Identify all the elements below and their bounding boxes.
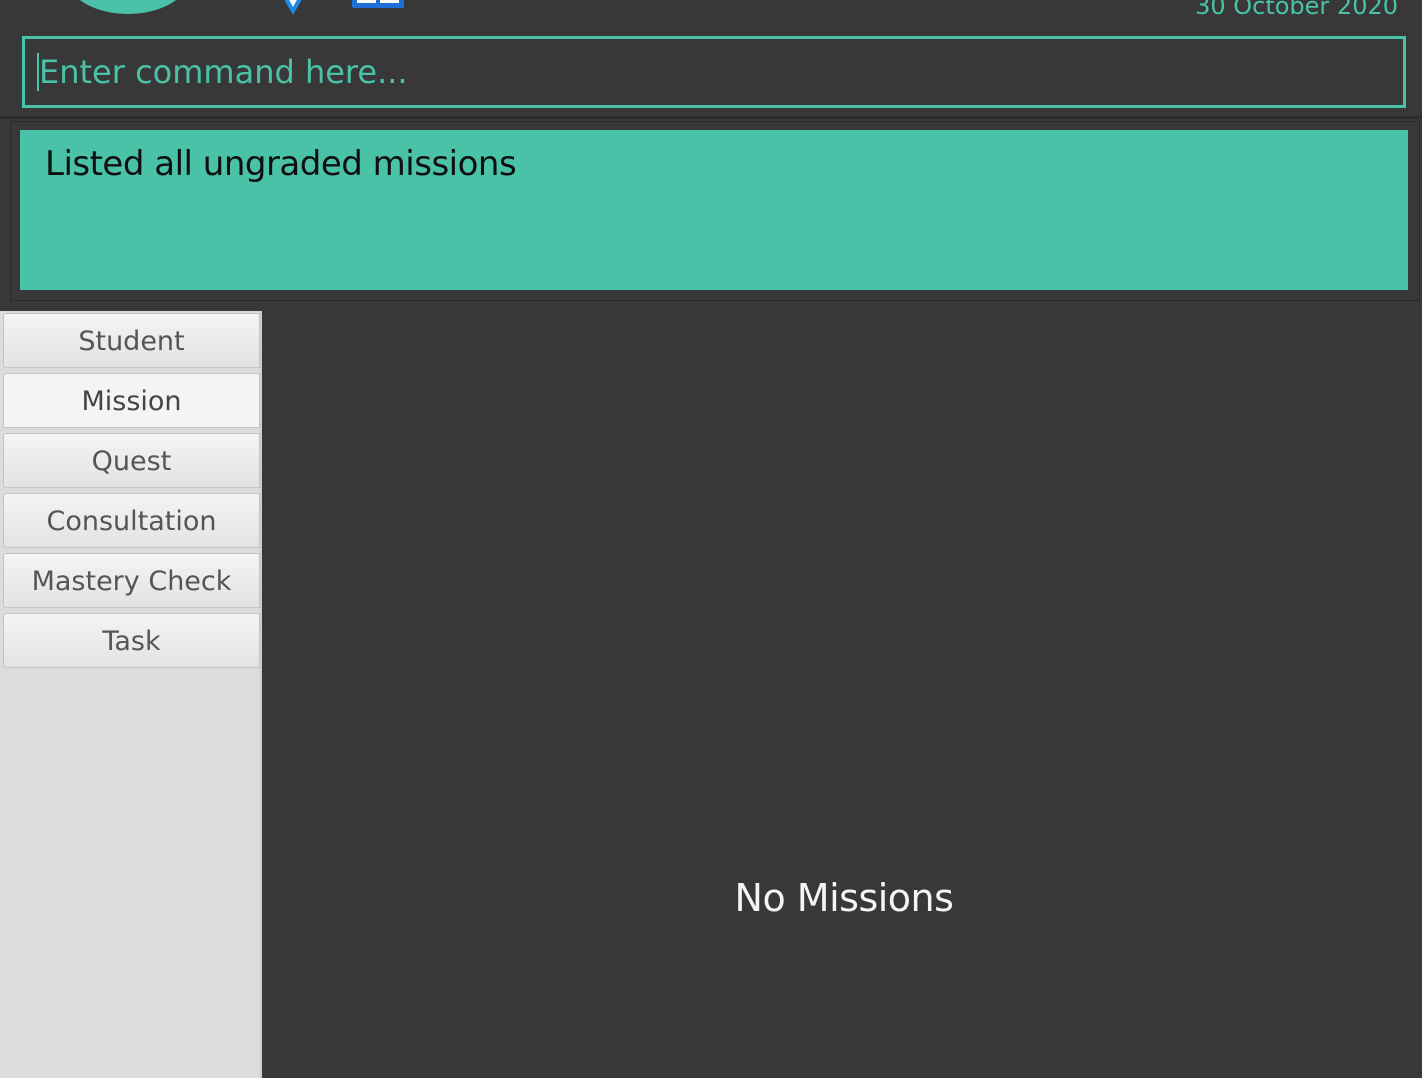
command-input[interactable] [37,39,1389,105]
app-window: 30 October 2020 Listed all ungraded miss… [0,0,1422,1078]
text-caret [37,53,39,91]
tab-mastery-check[interactable]: Mastery Check [3,553,260,608]
tab-consultation[interactable]: Consultation [3,493,260,548]
location-pin-icon[interactable] [282,0,304,15]
book-icon[interactable] [352,0,404,8]
result-display: Listed all ungraded missions [20,130,1408,290]
command-area [0,26,1422,119]
tab-task[interactable]: Task [3,613,260,668]
command-box[interactable] [22,36,1406,108]
mission-list-panel: No Missions [262,311,1422,1078]
tab-mission[interactable]: Mission [3,373,260,428]
result-display-area: Listed all ungraded missions [0,119,1422,313]
header-bar: 30 October 2020 [0,0,1422,27]
date-label: 30 October 2020 [1195,0,1398,20]
logo-icon [66,0,190,14]
empty-list-message: No Missions [734,876,954,920]
result-message: Listed all ungraded missions [45,144,517,184]
tab-quest[interactable]: Quest [3,433,260,488]
tab-student[interactable]: Student [3,313,260,368]
sidebar-tabs: Student Mission Quest Consultation Maste… [0,311,262,1078]
